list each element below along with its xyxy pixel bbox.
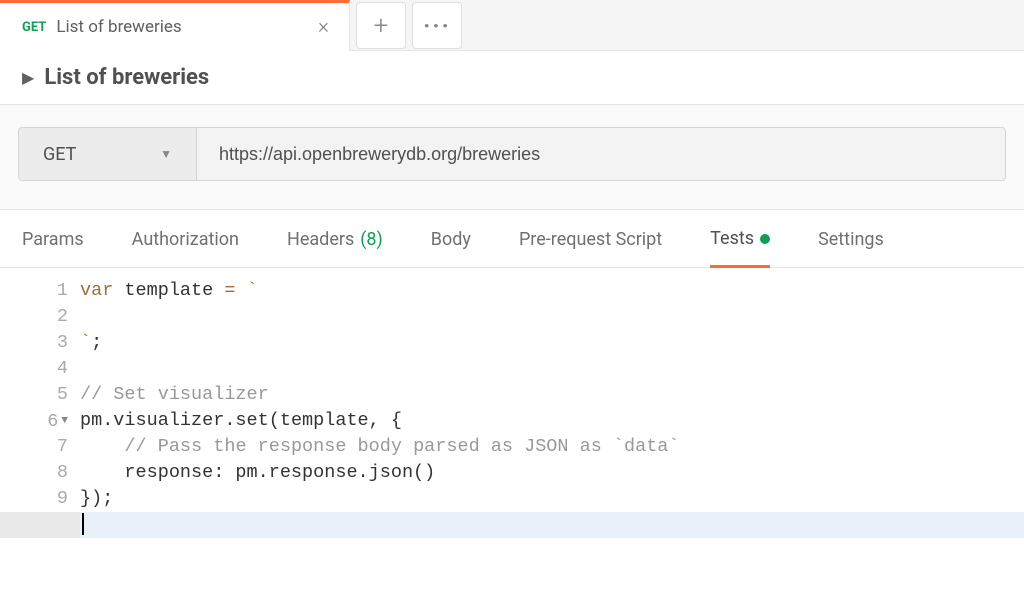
- method-select[interactable]: GET ▼: [19, 128, 197, 180]
- code-line[interactable]: `;: [80, 330, 1024, 356]
- tab-title: List of breweries: [56, 17, 312, 37]
- line-number: 9: [0, 486, 68, 512]
- line-number: 7: [0, 434, 68, 460]
- line-number: 5: [0, 382, 68, 408]
- code-editor[interactable]: 123456▼78910 var template = ``;// Set vi…: [0, 268, 1024, 538]
- url-section: GET ▼: [0, 105, 1024, 210]
- more-options-button[interactable]: ···: [412, 2, 462, 49]
- tests-indicator-dot-icon: [760, 234, 770, 244]
- request-tab[interactable]: GET List of breweries ×: [0, 0, 350, 51]
- tab-authorization[interactable]: Authorization: [132, 228, 239, 267]
- headers-count-badge: (8): [360, 229, 383, 250]
- tab-bar: GET List of breweries × + ···: [0, 0, 1024, 51]
- url-input[interactable]: [197, 128, 1005, 180]
- tab-headers[interactable]: Headers (8): [287, 228, 383, 267]
- code-content[interactable]: var template = ` `; // Set visualizerpm.vi…: [80, 278, 1024, 538]
- line-gutter: 123456▼78910: [0, 278, 80, 538]
- close-icon[interactable]: ×: [312, 15, 335, 39]
- url-bar: GET ▼: [18, 127, 1006, 181]
- code-line[interactable]: [80, 512, 1024, 538]
- tab-method-badge: GET: [22, 20, 46, 35]
- line-number: 8: [0, 460, 68, 486]
- request-header: ▶ List of breweries: [0, 51, 1024, 105]
- line-number: 3: [0, 330, 68, 356]
- fold-arrow-icon[interactable]: ▼: [61, 408, 68, 434]
- line-number: 2: [0, 304, 68, 330]
- request-title: List of breweries: [44, 65, 209, 90]
- code-line[interactable]: response: pm.response.json(): [80, 460, 1024, 486]
- method-label: GET: [43, 144, 160, 165]
- line-number: 1: [0, 278, 68, 304]
- code-line[interactable]: });: [80, 486, 1024, 512]
- line-number: 4: [0, 356, 68, 382]
- line-number: 6▼: [0, 408, 68, 434]
- code-line[interactable]: pm.visualizer.set(template, {: [80, 408, 1024, 434]
- add-tab-button[interactable]: +: [356, 2, 406, 49]
- code-line[interactable]: // Pass the response body parsed as JSON…: [80, 434, 1024, 460]
- sub-tabs: Params Authorization Headers (8) Body Pr…: [0, 210, 1024, 268]
- chevron-down-icon: ▼: [160, 147, 172, 161]
- code-line[interactable]: [80, 304, 1024, 330]
- tab-params[interactable]: Params: [22, 228, 84, 267]
- tab-tests[interactable]: Tests: [710, 228, 770, 268]
- tab-body[interactable]: Body: [431, 228, 471, 267]
- code-line[interactable]: var template = `: [80, 278, 1024, 304]
- tab-settings[interactable]: Settings: [818, 228, 884, 267]
- code-line[interactable]: [80, 356, 1024, 382]
- code-line[interactable]: // Set visualizer: [80, 382, 1024, 408]
- collapse-arrow-icon[interactable]: ▶: [22, 68, 34, 87]
- tab-prerequest[interactable]: Pre-request Script: [519, 228, 662, 267]
